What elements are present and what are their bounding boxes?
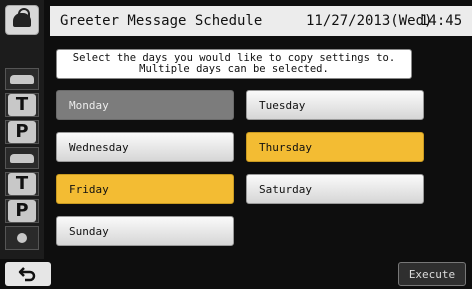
header-date: 11/27/2013(Wed) — [306, 13, 433, 29]
car-icon — [5, 68, 39, 90]
day-button-friday[interactable]: Friday — [56, 174, 234, 204]
day-button-tuesday[interactable]: Tuesday — [246, 90, 424, 120]
day-label: Sunday — [69, 224, 109, 238]
day-button-thursday[interactable]: Thursday — [246, 132, 424, 162]
rail-letter-t-1: T — [5, 93, 39, 117]
rail-letter-p-1: P — [5, 120, 39, 144]
rail-letter-p-2: P — [5, 199, 39, 223]
day-label: Tuesday — [259, 98, 306, 112]
day-label: Saturday — [259, 182, 312, 196]
left-rail: T P T P — [0, 0, 44, 289]
instruction-line-2: Multiple days can be selected. — [139, 63, 329, 75]
car-icon — [5, 147, 39, 169]
lock-button[interactable] — [5, 5, 39, 35]
day-button-monday[interactable]: Monday — [56, 90, 234, 120]
day-button-wednesday[interactable]: Wednesday — [56, 132, 234, 162]
day-label: Thursday — [259, 140, 312, 154]
day-label: Monday — [69, 98, 109, 112]
back-arrow-icon — [18, 267, 36, 282]
page-title: Greeter Message Schedule — [60, 13, 263, 29]
lock-icon — [13, 8, 31, 27]
header-bar: Greeter Message Schedule 11/27/2013(Wed)… — [50, 6, 472, 36]
day-label: Wednesday — [69, 140, 129, 154]
instruction-box: Select the days you would like to copy s… — [56, 49, 412, 79]
execute-button[interactable]: Execute — [398, 262, 466, 286]
back-button[interactable] — [5, 262, 51, 286]
day-button-sunday[interactable]: Sunday — [56, 216, 234, 246]
rail-letter-t-2: T — [5, 172, 39, 196]
day-label: Friday — [69, 182, 109, 196]
header-time: 14:45 — [420, 13, 463, 29]
day-button-saturday[interactable]: Saturday — [246, 174, 424, 204]
dot-icon — [5, 226, 39, 250]
